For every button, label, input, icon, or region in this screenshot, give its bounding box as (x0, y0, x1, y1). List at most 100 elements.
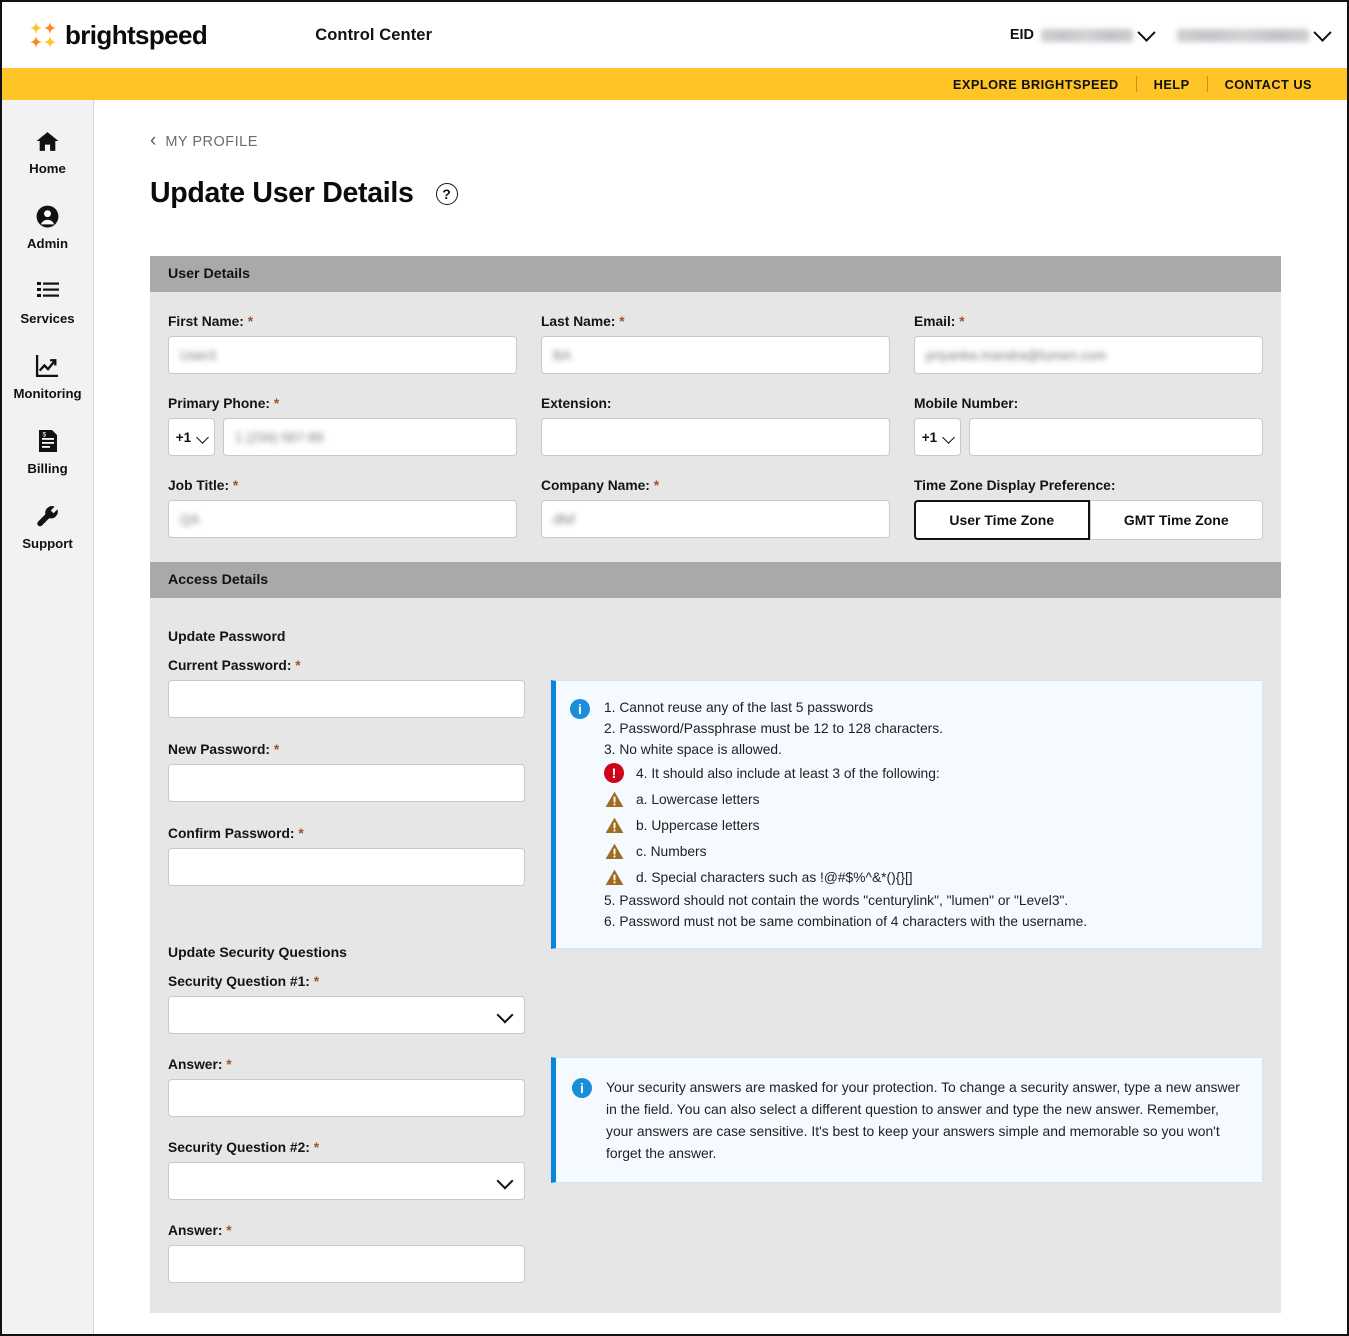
update-security-questions-heading: Update Security Questions (168, 944, 347, 961)
section-header-user-details: User Details (150, 256, 1281, 293)
answer-2-label-text: Answer: (168, 1223, 223, 1239)
access-details-grid: Update Password Current Password: * New … (168, 628, 1263, 1284)
page-title: Update User Details (150, 177, 414, 210)
sidebar-item-admin[interactable]: Admin (2, 189, 93, 264)
sidebar-item-support[interactable]: Support (2, 489, 93, 564)
brand-name: brightspeed (65, 19, 208, 50)
sidebar-item-label: Home (29, 161, 66, 176)
new-password-input[interactable] (168, 764, 525, 803)
company-name-input[interactable]: dfsf (541, 500, 890, 539)
password-rule-4-text: 4. It should also include at least 3 of … (636, 765, 940, 781)
answer-2-input[interactable] (168, 1245, 525, 1284)
sidebar-item-home[interactable]: Home (2, 114, 93, 189)
breadcrumb[interactable]: ‹ MY PROFILE (150, 130, 1317, 151)
sidebar-item-label: Support (22, 536, 73, 551)
nav-divider (1135, 76, 1137, 92)
nav-contact-us[interactable]: CONTACT US (1208, 77, 1329, 92)
time-zone-option-gmt[interactable]: GMT Time Zone (1089, 500, 1263, 541)
field-security-question-2: Security Question #2: * (168, 1140, 525, 1201)
brand-logo[interactable]: brightspeed (30, 19, 208, 51)
email-label: Email: * (914, 314, 1263, 329)
chevron-down-icon (1313, 22, 1332, 42)
warning-icon (604, 790, 624, 808)
company-name-value: dfsf (553, 511, 575, 527)
access-details-body: Update Password Current Password: * New … (150, 598, 1281, 1314)
password-rule-4d: d. Special characters such as !@#$%^&*()… (604, 864, 1087, 890)
sidebar-item-label: Billing (27, 461, 68, 476)
mobile-number-label-text: Mobile Number: (914, 396, 1019, 412)
nav-help[interactable]: HELP (1137, 77, 1207, 92)
required-asterisk: * (226, 1057, 232, 1073)
back-chevron-icon: ‹ (150, 130, 157, 151)
email-input[interactable]: priyanka.mandra@lumen.com (914, 336, 1263, 375)
required-asterisk: * (247, 314, 254, 330)
required-asterisk: * (313, 974, 320, 990)
update-password-heading: Update Password (168, 628, 286, 645)
first-name-label-text: First Name: (168, 314, 244, 330)
page-title-row: Update User Details ? (150, 158, 1317, 229)
security-question-2-select[interactable] (168, 1162, 525, 1201)
answer-2-label: Answer: * (168, 1223, 525, 1238)
left-sidebar: Home Admin Services Monitoring $ Billing… (2, 100, 94, 1334)
company-name-label: Company Name: * (541, 478, 890, 493)
answer-1-input[interactable] (168, 1079, 525, 1118)
password-rule-4a-text: a. Lowercase letters (636, 791, 760, 807)
mobile-number-input[interactable] (968, 418, 1263, 457)
password-rule-6: 6. Password must not be same combination… (604, 914, 1088, 930)
home-icon (34, 127, 62, 155)
wrench-icon (34, 502, 62, 530)
password-rule-4: ! 4. It should also include at least 3 o… (604, 760, 1087, 786)
required-asterisk: * (619, 314, 625, 330)
new-password-label: New Password: * (168, 742, 525, 757)
required-asterisk: * (273, 742, 280, 758)
confirm-password-input[interactable] (168, 848, 525, 887)
field-mobile-number: Mobile Number: +1 (914, 396, 1263, 457)
last-name-input[interactable]: BA (541, 336, 890, 375)
warning-icon (604, 816, 624, 834)
account-selector[interactable] (1177, 22, 1332, 42)
access-left-column: Update Password Current Password: * New … (168, 628, 525, 1284)
user-details-card: User Details First Name: * User3 Last Na… (150, 256, 1281, 1314)
field-company-name: Company Name: * dfsf (541, 478, 890, 540)
answer-1-label-text: Answer: (168, 1057, 223, 1073)
first-name-label: First Name: * (168, 314, 517, 329)
primary-phone-country-code-select[interactable]: +1 (168, 418, 215, 457)
main-content: ‹ MY PROFILE Update User Details ? User … (94, 100, 1347, 1334)
current-password-input[interactable] (168, 680, 525, 719)
email-value: priyanka.mandra@lumen.com (926, 347, 1107, 363)
nav-explore-brightspeed[interactable]: EXPLORE BRIGHTSPEED (936, 77, 1136, 92)
mobile-country-code-select[interactable]: +1 (914, 418, 961, 457)
security-question-1-label: Security Question #1: * (168, 974, 525, 989)
error-icon: ! (604, 763, 624, 784)
help-icon[interactable]: ? (435, 182, 458, 205)
last-name-label: Last Name: * (541, 314, 890, 329)
sidebar-item-services[interactable]: Services (2, 264, 93, 339)
eid-selector[interactable]: EID (1009, 22, 1156, 43)
info-icon: i (570, 699, 590, 720)
nav-divider (1206, 76, 1208, 92)
extension-label: Extension: (541, 396, 890, 411)
sidebar-item-billing[interactable]: $ Billing (2, 414, 93, 489)
extension-input[interactable] (541, 418, 890, 457)
form-row-phone: Primary Phone: * +1 1 (234) 567-89 Exten… (168, 396, 1263, 474)
job-title-value: QA (180, 511, 200, 527)
password-rule-4c: c. Numbers (604, 838, 1087, 864)
sidebar-item-monitoring[interactable]: Monitoring (2, 339, 93, 414)
app-title: Control Center (315, 25, 433, 44)
field-first-name: First Name: * User3 (168, 314, 517, 375)
last-name-label-text: Last Name: (541, 314, 616, 330)
eid-label: EID (1009, 27, 1034, 43)
form-row-names: First Name: * User3 Last Name: * BA Emai… (168, 314, 1263, 392)
warning-icon (604, 842, 624, 860)
time-zone-option-user[interactable]: User Time Zone (914, 500, 1090, 541)
chevron-down-icon (196, 430, 210, 444)
field-current-password: Current Password: * (168, 658, 525, 719)
password-rule-4c-text: c. Numbers (636, 843, 707, 859)
job-title-input[interactable]: QA (168, 500, 517, 539)
primary-phone-input[interactable]: 1 (234) 567-89 (222, 418, 517, 457)
mobile-number-group: +1 (914, 418, 1263, 457)
security-question-1-select[interactable] (168, 996, 525, 1035)
required-asterisk: * (226, 1223, 232, 1239)
first-name-input[interactable]: User3 (168, 336, 517, 375)
brightspeed-logo-icon (30, 22, 56, 48)
